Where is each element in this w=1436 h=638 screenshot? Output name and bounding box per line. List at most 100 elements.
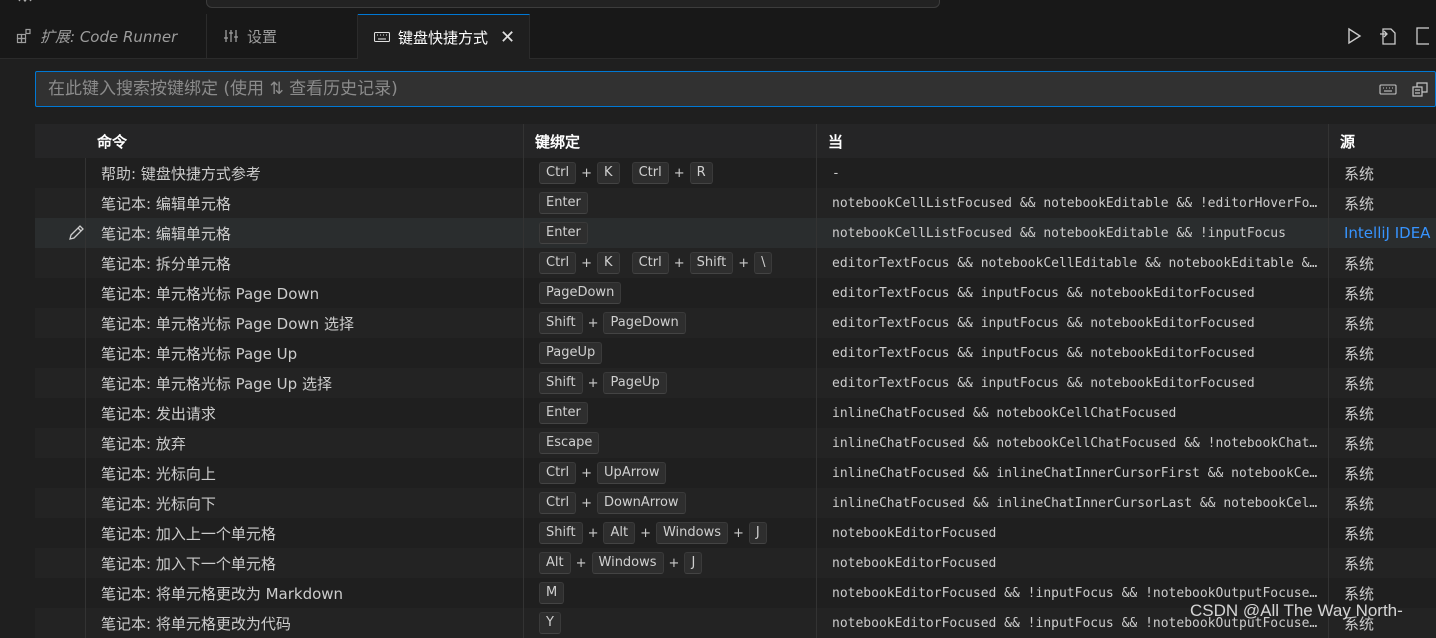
when-clause: inlineChatFocused && inlineChatInnerCurs… xyxy=(832,465,1318,481)
tab-keyboard-shortcuts[interactable]: 键盘快捷方式 ✕ xyxy=(358,14,530,59)
keybinding-cell: Shift + PageDown xyxy=(527,312,820,334)
when-clause: notebookCellListFocused && notebookEdita… xyxy=(832,225,1286,241)
split-editor-icon[interactable] xyxy=(1412,26,1432,46)
keybinding-search xyxy=(35,71,1436,107)
source-label: 系统 xyxy=(1344,554,1375,573)
key-cap: Shift xyxy=(539,522,583,544)
source-link[interactable]: IntelliJ IDEA K xyxy=(1332,224,1436,242)
keybinding-cell: Enter xyxy=(527,222,820,244)
settings-sliders-icon xyxy=(223,28,239,44)
keybinding-cell: Escape xyxy=(527,432,820,454)
command-label: 笔记本: 光标向下 xyxy=(101,494,216,513)
table-row[interactable]: 笔记本: 单元格光标 Page Down PageDown editorTextFo… xyxy=(35,278,1436,308)
key-cap: Ctrl xyxy=(539,252,577,274)
table-row[interactable]: 笔记本: 发出请求 Enter inlineChatFocused && noteb… xyxy=(35,398,1436,428)
table-row[interactable]: 笔记本: 单元格光标 Page Up 选择 Shift + PageUp editorT… xyxy=(35,368,1436,398)
key-cap: Enter xyxy=(539,192,588,214)
key-cap: K xyxy=(597,162,620,184)
keybinding-cell: PageUp xyxy=(527,342,820,364)
when-clause: - xyxy=(832,165,840,181)
column-divider[interactable] xyxy=(816,124,817,638)
command-center[interactable] xyxy=(206,0,940,8)
table-row[interactable]: 笔记本: 加入下一个单元格 Alt + Windows + JnotebookEditor… xyxy=(35,548,1436,578)
when-clause: notebookEditorFocused xyxy=(832,555,997,571)
source-label: 系统 xyxy=(1344,164,1375,183)
keybinding-cell: Ctrl + DownArrow xyxy=(527,492,820,514)
when-clause: editorTextFocus && notebookCellEditable … xyxy=(832,255,1318,271)
when-clause: editorTextFocus && inputFocus && noteboo… xyxy=(832,315,1255,331)
open-json-icon[interactable] xyxy=(1378,26,1398,46)
table-row[interactable]: 笔记本: 光标向上 Ctrl + UpArrow inlineChatFocused &… xyxy=(35,458,1436,488)
menu-icon[interactable] xyxy=(18,0,32,8)
key-plus: + xyxy=(587,525,599,541)
column-keybinding[interactable]: 键绑定 xyxy=(523,131,816,152)
keybinding-cell: Shift + PageUp xyxy=(527,372,820,394)
search-input[interactable] xyxy=(48,72,1348,106)
when-clause: inlineChatFocused && notebookCellChatFoc… xyxy=(832,435,1318,451)
when-clause: notebookCellListFocused && notebookEdita… xyxy=(832,195,1318,211)
key-cap: Alt xyxy=(539,552,571,574)
close-icon[interactable]: ✕ xyxy=(500,27,515,48)
keybinding-cell: Ctrl + K Ctrl + R xyxy=(527,162,820,184)
source-label: 系统 xyxy=(1344,434,1375,453)
keybinding-cell: PageDown xyxy=(527,282,820,304)
keybindings-table: 命令 键绑定 当 源 帮助: 键盘快捷方式参考 Ctrl + K Ctrl + R - 系统 笔记… xyxy=(35,124,1436,638)
command-label: 笔记本: 单元格光标 Page Down 选择 xyxy=(101,314,354,333)
keybinding-cell: Y xyxy=(527,612,820,634)
table-row[interactable]: 笔记本: 加入上一个单元格 Shift + Alt + Windows + Jnotebook… xyxy=(35,518,1436,548)
key-cap: J xyxy=(684,552,703,574)
table-row[interactable]: 笔记本: 单元格光标 Page Down 选择 Shift + PageDown edi… xyxy=(35,308,1436,338)
command-label: 笔记本: 光标向上 xyxy=(101,464,216,483)
command-label: 笔记本: 单元格光标 Page Up 选择 xyxy=(101,374,332,393)
key-cap: Y xyxy=(539,612,561,634)
keybinding-cell: Alt + Windows + J xyxy=(527,552,820,574)
sort-by-precedence-icon[interactable] xyxy=(1411,80,1429,98)
source-label: 系统 xyxy=(1344,284,1375,303)
key-cap: PageUp xyxy=(603,372,667,394)
table-row[interactable]: 笔记本: 拆分单元格 Ctrl + K Ctrl + Shift + \ editorTextFo… xyxy=(35,248,1436,278)
key-cap: Escape xyxy=(539,432,600,454)
table-row[interactable]: 笔记本: 编辑单元格 Enter notebookCellListFocused &… xyxy=(35,218,1436,248)
when-clause: notebookEditorFocused xyxy=(832,525,997,541)
when-clause: notebookEditorFocused && !inputFocus && … xyxy=(832,585,1318,601)
edit-keybinding-icon[interactable] xyxy=(35,224,89,242)
command-label: 帮助: 键盘快捷方式参考 xyxy=(101,164,261,183)
key-cap: PageDown xyxy=(539,282,622,304)
table-row[interactable]: 笔记本: 光标向下 Ctrl + DownArrow inlineChatFocused… xyxy=(35,488,1436,518)
key-plus: + xyxy=(738,255,750,271)
column-command[interactable]: 命令 xyxy=(85,131,523,152)
column-source[interactable]: 源 xyxy=(1328,131,1436,152)
extensions-icon xyxy=(16,28,32,44)
table-row[interactable]: 笔记本: 编辑单元格 Enter notebookCellListFocused &… xyxy=(35,188,1436,218)
when-clause: inlineChatFocused && inlineChatInnerCurs… xyxy=(832,495,1318,511)
key-plus: + xyxy=(581,255,593,271)
column-divider[interactable] xyxy=(1328,124,1329,638)
table-header: 命令 键绑定 当 源 xyxy=(35,124,1436,158)
command-label: 笔记本: 拆分单元格 xyxy=(101,254,231,273)
command-label: 笔记本: 加入上一个单元格 xyxy=(101,524,276,543)
column-divider[interactable] xyxy=(523,124,524,638)
keybinding-cell: Shift + Alt + Windows + J xyxy=(527,522,820,544)
keybinding-cell: Enter xyxy=(527,402,820,424)
key-cap: Windows xyxy=(655,522,729,544)
source-label: 系统 xyxy=(1344,344,1375,363)
run-icon[interactable] xyxy=(1344,26,1364,46)
source-label: 系统 xyxy=(1344,314,1375,333)
key-cap: J xyxy=(748,522,767,544)
tab-extension-code-runner[interactable]: 扩展: Code Runner xyxy=(0,14,207,58)
key-cap: Ctrl xyxy=(539,162,577,184)
command-label: 笔记本: 将单元格更改为 Markdown xyxy=(101,584,344,603)
table-row[interactable]: 帮助: 键盘快捷方式参考 Ctrl + K Ctrl + R - 系统 xyxy=(35,158,1436,188)
key-cap: Ctrl xyxy=(539,492,577,514)
key-cap: DownArrow xyxy=(597,492,686,514)
tab-settings[interactable]: 设置 xyxy=(207,14,358,58)
key-cap: \ xyxy=(754,252,773,274)
table-row[interactable]: 笔记本: 放弃 Escape inlineChatFocused && notebo… xyxy=(35,428,1436,458)
keybinding-cell: Ctrl + UpArrow xyxy=(527,462,820,484)
editor-tab-bar: 扩展: Code Runner 设置 键盘快捷方式 ✕ xyxy=(0,14,1436,59)
column-divider[interactable] xyxy=(85,158,86,638)
keyboard-icon xyxy=(374,29,390,45)
column-when[interactable]: 当 xyxy=(816,131,1328,152)
table-row[interactable]: 笔记本: 单元格光标 Page Up PageUp editorTextFocus … xyxy=(35,338,1436,368)
record-keys-icon[interactable] xyxy=(1379,80,1397,98)
